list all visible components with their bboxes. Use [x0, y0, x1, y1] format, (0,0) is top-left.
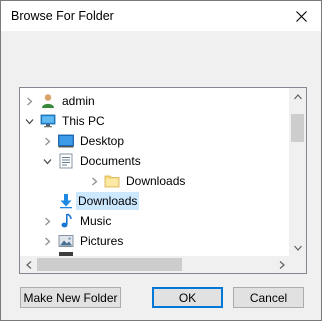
horizontal-scroll-thumb[interactable]: [37, 258, 182, 271]
pictures-folder-icon: [58, 233, 74, 249]
chevron-right-icon[interactable]: [42, 216, 52, 226]
chevron-right-icon[interactable]: [42, 236, 52, 246]
close-button[interactable]: [281, 1, 321, 31]
make-new-folder-button[interactable]: Make New Folder: [20, 287, 121, 308]
desktop-folder-icon: [58, 133, 74, 149]
tree-item-label: Documents: [80, 154, 141, 168]
scrollbar-corner: [289, 256, 306, 273]
title-bar: Browse For Folder: [1, 1, 321, 31]
scroll-down-arrow-icon[interactable]: [289, 239, 306, 256]
dialog-title: Browse For Folder: [11, 9, 114, 23]
cancel-button[interactable]: Cancel: [233, 287, 304, 308]
tree-item-downloads[interactable]: Downloads: [20, 191, 290, 211]
folder-tree[interactable]: admin This PC Desktop Documents Download…: [19, 87, 307, 274]
horizontal-scrollbar[interactable]: [20, 256, 290, 273]
tree-item-this-pc[interactable]: This PC: [20, 111, 290, 131]
tree-item-label: This PC: [62, 114, 105, 128]
tree-item-pictures[interactable]: Pictures: [20, 231, 290, 251]
chevron-right-icon[interactable]: [42, 136, 52, 146]
chevron-down-icon[interactable]: [42, 156, 52, 166]
tree-item-label: admin: [62, 94, 95, 108]
vertical-scrollbar[interactable]: [289, 88, 306, 256]
user-icon: [40, 93, 56, 109]
scroll-left-arrow-icon[interactable]: [20, 256, 37, 273]
tree-item-label: Desktop: [80, 134, 125, 148]
scroll-right-arrow-icon[interactable]: [273, 256, 290, 273]
close-icon: [295, 10, 307, 22]
scroll-up-arrow-icon[interactable]: [289, 88, 306, 105]
downloads-folder-icon: [58, 193, 74, 209]
music-folder-icon: [58, 213, 74, 229]
tree-item-desktop[interactable]: Desktop: [20, 131, 290, 151]
tree-item-label: Downloads: [76, 192, 140, 210]
documents-folder-icon: [58, 153, 74, 169]
browse-for-folder-dialog: Browse For Folder admin This PC Desktop …: [0, 0, 322, 321]
chevron-right-icon[interactable]: [24, 96, 34, 106]
folder-icon: [104, 173, 120, 189]
chevron-right-icon[interactable]: [89, 176, 99, 186]
ok-button[interactable]: OK: [152, 287, 223, 308]
vertical-scroll-thumb[interactable]: [291, 114, 304, 142]
tree-item-label: Music: [80, 214, 112, 228]
tree-item-documents[interactable]: Documents: [20, 151, 290, 171]
tree-item-documents-downloads[interactable]: Downloads: [20, 171, 290, 191]
chevron-down-icon[interactable]: [24, 116, 34, 126]
tree-item-label: Downloads: [126, 174, 186, 188]
tree-item-label: Pictures: [80, 234, 124, 248]
computer-icon: [40, 113, 56, 129]
tree-item-admin[interactable]: admin: [20, 91, 290, 111]
tree-item-music[interactable]: Music: [20, 211, 290, 231]
